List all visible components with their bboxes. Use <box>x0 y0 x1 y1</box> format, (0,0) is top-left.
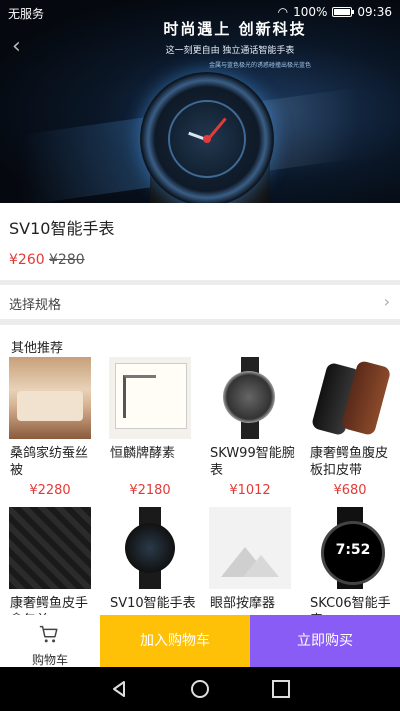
carrier-label: 无服务 <box>8 7 45 21</box>
rec-item-price: ¥680 <box>333 483 367 498</box>
buy-now-button[interactable]: 立即购买 <box>250 615 400 667</box>
product-thumbnail <box>9 507 91 589</box>
rec-item-name: 恒麟牌酵素 <box>110 446 176 461</box>
recommendations-title: 其他推荐 <box>11 341 64 356</box>
chevron-right-icon: › <box>383 292 390 311</box>
status-bar: 无服务 ◠ 100% 09:36 <box>0 0 400 26</box>
system-nav-bar <box>0 667 400 711</box>
nav-back-icon[interactable] <box>110 680 128 698</box>
hero-subtitle: 这一刻更自由 独立通话智能手表 <box>165 46 295 56</box>
rec-item-name: 康奢鳄鱼皮手拿包单 <box>10 596 89 615</box>
rec-item-name: SV10智能手表 <box>110 596 196 611</box>
rec-item[interactable]: 恒麟牌酵素 ¥2180 <box>100 357 200 507</box>
watch-center <box>203 135 211 143</box>
rec-item-name: SKW99智能腕表 <box>210 446 295 478</box>
rec-item[interactable]: 康奢鳄鱼皮手拿包单 <box>0 507 100 615</box>
product-thumbnail <box>309 507 391 589</box>
battery-percent: 100% <box>293 5 328 19</box>
recommendations-section: 其他推荐 桑鸽家纺蚕丝被 ¥2280 恒麟牌酵素 ¥2180 SKW99智能腕表… <box>0 325 400 615</box>
product-price: ¥260 <box>9 252 45 268</box>
cart-button[interactable]: 购物车 <box>0 615 100 667</box>
select-spec-label: 选择规格 <box>9 298 62 313</box>
wifi-icon: ◠ <box>277 5 289 19</box>
rec-item[interactable]: 眼部按摩器 <box>200 507 300 615</box>
product-original-price: ¥280 <box>49 252 85 268</box>
rec-item-price: ¥2180 <box>129 483 171 498</box>
image-placeholder-icon <box>209 507 291 589</box>
rec-item[interactable]: 康奢鳄鱼腹皮板扣皮带 ¥680 <box>300 357 400 507</box>
clock: 09:36 <box>357 5 392 19</box>
rec-item[interactable]: SKC06智能手表 <box>300 507 400 615</box>
watch-illustration <box>140 72 274 203</box>
product-hero-image: 时尚遇上 创新科技 这一刻更自由 独立通话智能手表 金属与蓝色极光的诱惑碰撞出极… <box>0 0 400 203</box>
nav-recent-apps-icon[interactable] <box>272 680 290 698</box>
product-thumbnail <box>309 357 391 439</box>
rec-item-name: 桑鸽家纺蚕丝被 <box>10 446 89 478</box>
cart-label: 购物车 <box>31 653 68 667</box>
rec-item-name: 康奢鳄鱼腹皮板扣皮带 <box>310 446 389 478</box>
rec-item[interactable]: SV10智能手表 <box>100 507 200 615</box>
back-arrow-icon[interactable]: ‹ <box>12 36 28 58</box>
product-thumbnail <box>9 357 91 439</box>
shopping-cart-icon <box>39 625 58 643</box>
product-thumbnail <box>109 357 191 439</box>
add-to-cart-button[interactable]: 加入购物车 <box>100 615 250 667</box>
status-icons: ◠ 100% 09:36 <box>278 5 392 19</box>
hero-tagline: 金属与蓝色极光的诱惑碰撞出极光蓝色 <box>208 62 311 69</box>
product-thumbnail <box>109 507 191 589</box>
nav-home-icon[interactable] <box>191 680 209 698</box>
product-name: SV10智能手表 <box>9 219 115 238</box>
rec-item-price: ¥2280 <box>29 483 71 498</box>
bottom-action-bar: 购物车 加入购物车 立即购买 <box>0 615 400 667</box>
rec-item-name: SKC06智能手表 <box>310 596 391 615</box>
product-thumbnail <box>209 357 291 439</box>
select-spec-row[interactable]: 选择规格 › <box>0 285 400 319</box>
rec-item-price: ¥1012 <box>229 483 271 498</box>
rec-item[interactable]: 桑鸽家纺蚕丝被 ¥2280 <box>0 357 100 507</box>
battery-icon <box>332 7 355 17</box>
rec-item[interactable]: SKW99智能腕表 ¥1012 <box>200 357 300 507</box>
rec-item-name: 眼部按摩器 <box>210 596 276 611</box>
product-info: SV10智能手表 ¥260 ¥280 <box>0 203 400 280</box>
